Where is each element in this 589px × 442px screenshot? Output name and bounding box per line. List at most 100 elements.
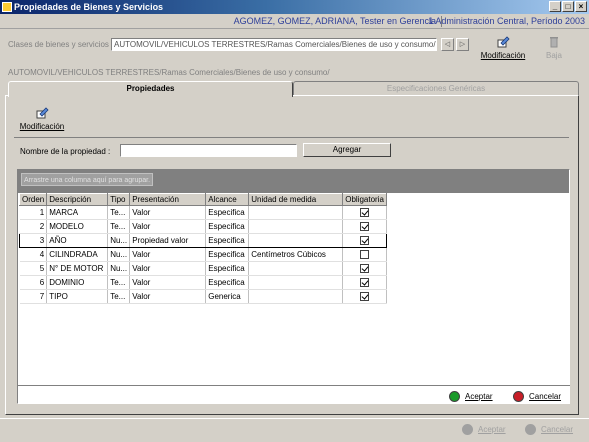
delete-button[interactable]: Baja: [540, 35, 568, 60]
properties-table: Orden Descripción Tipo Presentación Alca…: [18, 193, 387, 304]
cell-orden[interactable]: 6: [19, 275, 48, 290]
group-hint: Arrastre una columna aquí para agrupar.: [21, 173, 154, 186]
user-name: AGOMEZ, GOMEZ, ADRIANA, Tester en Gerenc…: [233, 16, 436, 26]
minimize-button[interactable]: _: [549, 1, 561, 12]
table-row[interactable]: 6 DOMINIO Te... Valor Especifica: [19, 275, 387, 290]
cell-tipo[interactable]: Te...: [107, 275, 131, 290]
cell-obligatoria[interactable]: [342, 205, 387, 220]
cell-unidad[interactable]: [248, 275, 344, 290]
cell-alc[interactable]: Especifica: [205, 261, 250, 276]
required-checkbox[interactable]: [360, 222, 370, 232]
cell-desc[interactable]: MARCA: [46, 205, 109, 220]
cell-alc[interactable]: Especifica: [205, 233, 250, 248]
cell-alc[interactable]: Especifica: [205, 275, 250, 290]
cell-pres[interactable]: Valor: [129, 219, 207, 234]
add-button[interactable]: Agregar: [303, 143, 391, 157]
cell-tipo[interactable]: Nu...: [107, 233, 131, 248]
cell-pres[interactable]: Valor: [129, 289, 207, 304]
table-row[interactable]: 3 AÑO Nu... Propiedad valor Especifica: [18, 233, 387, 248]
cell-obligatoria[interactable]: [342, 261, 387, 276]
bottom-accept-button[interactable]: Aceptar: [462, 424, 506, 436]
required-checkbox[interactable]: [360, 292, 370, 302]
next-button[interactable]: ▷: [456, 38, 469, 51]
property-name-label: Nombre de la propiedad :: [20, 147, 111, 156]
cell-orden[interactable]: 1: [19, 205, 48, 220]
group-by-panel[interactable]: Arrastre una columna aquí para agrupar.: [18, 170, 569, 193]
cell-pres[interactable]: Valor: [129, 275, 207, 290]
bottom-bar: Aceptar Cancelar: [0, 418, 589, 442]
accept-icon: [462, 424, 473, 436]
required-checkbox[interactable]: [360, 278, 370, 288]
column-header-tipo[interactable]: Tipo: [107, 193, 131, 206]
accept-button[interactable]: Aceptar: [449, 391, 493, 403]
property-name-input[interactable]: [120, 144, 297, 157]
cell-alc[interactable]: Especifica: [205, 205, 250, 220]
required-checkbox[interactable]: [360, 250, 370, 260]
cell-orden[interactable]: 7: [19, 289, 48, 304]
tab-generic-specifications[interactable]: Especificaciones Genéricas: [293, 81, 579, 96]
cell-orden[interactable]: 3: [18, 233, 48, 248]
modify-button[interactable]: Modificación: [18, 106, 66, 131]
class-field[interactable]: AUTOMOVIL/VEHICULOS TERRESTRES/Ramas Com…: [111, 38, 437, 51]
cell-obligatoria[interactable]: [342, 289, 387, 304]
cell-pres[interactable]: Propiedad valor: [129, 233, 207, 248]
cell-unidad[interactable]: [248, 205, 344, 220]
cell-desc[interactable]: CILINDRADA: [46, 247, 109, 262]
column-header-alcance[interactable]: Alcance: [205, 193, 250, 206]
cell-desc[interactable]: TIPO: [46, 289, 109, 304]
modify-label: Modificación: [19, 122, 65, 131]
cancel-button[interactable]: Cancelar: [513, 391, 561, 403]
cell-unidad[interactable]: Centímetros Cúbicos: [248, 247, 344, 262]
close-button[interactable]: ×: [575, 1, 587, 12]
cell-tipo[interactable]: Nu...: [107, 247, 131, 262]
cell-desc[interactable]: MODELO: [46, 219, 109, 234]
cell-unidad[interactable]: [248, 261, 344, 276]
bottom-cancel-button[interactable]: Cancelar: [525, 424, 573, 436]
column-header-unidad[interactable]: Unidad de medida: [248, 193, 344, 206]
required-checkbox[interactable]: [360, 208, 370, 218]
cell-alc[interactable]: Especifica: [205, 219, 250, 234]
cell-desc[interactable]: N° DE MOTOR: [46, 261, 109, 276]
table-row[interactable]: 4 CILINDRADA Nu... Valor Especifica Centímetr…: [19, 247, 387, 262]
accept-label: Aceptar: [465, 392, 493, 401]
table-row[interactable]: 1 MARCA Te... Valor Especifica: [19, 205, 387, 220]
table-row[interactable]: 5 N° DE MOTOR Nu... Valor Especifica: [19, 261, 387, 276]
cell-orden[interactable]: 5: [19, 261, 48, 276]
cell-tipo[interactable]: Nu...: [107, 261, 131, 276]
required-checkbox[interactable]: [360, 236, 370, 246]
header-modify-label: Modificación: [480, 51, 526, 60]
header-modify-button[interactable]: Modificación: [480, 35, 526, 60]
tab-properties[interactable]: Propiedades: [8, 81, 293, 97]
cell-pres[interactable]: Valor: [129, 247, 207, 262]
cell-tipo[interactable]: Te...: [107, 289, 131, 304]
column-header-presentacion[interactable]: Presentación: [129, 193, 207, 206]
cell-pres[interactable]: Valor: [129, 261, 207, 276]
table-row[interactable]: 2 MODELO Te... Valor Especifica: [19, 219, 387, 234]
required-checkbox[interactable]: [360, 264, 370, 274]
cell-tipo[interactable]: Te...: [107, 205, 131, 220]
cell-alc[interactable]: Generica: [205, 289, 250, 304]
cell-unidad[interactable]: [248, 233, 344, 248]
cell-tipo[interactable]: Te...: [107, 219, 131, 234]
bottom-cancel-label: Cancelar: [541, 425, 574, 434]
properties-toolbar: Modificación: [14, 104, 569, 138]
cell-orden[interactable]: 4: [19, 247, 48, 262]
cell-desc[interactable]: AÑO: [46, 233, 109, 248]
column-header-descripcion[interactable]: Descripción: [46, 193, 109, 206]
cell-obligatoria[interactable]: [342, 219, 387, 234]
cell-alc[interactable]: Especifica: [205, 247, 250, 262]
cell-unidad[interactable]: [248, 219, 344, 234]
cell-orden[interactable]: 2: [19, 219, 48, 234]
cell-obligatoria[interactable]: [342, 233, 387, 248]
previous-button[interactable]: ◁: [441, 38, 454, 51]
cell-desc[interactable]: DOMINIO: [46, 275, 109, 290]
maximize-button[interactable]: □: [562, 1, 574, 12]
cell-unidad[interactable]: [248, 289, 344, 304]
column-header-obligatoria[interactable]: Obligatoria: [342, 193, 387, 206]
properties-grid[interactable]: Arrastre una columna aquí para agrupar. …: [17, 169, 570, 404]
column-header-orden[interactable]: Orden: [18, 193, 48, 206]
cell-obligatoria[interactable]: [342, 275, 387, 290]
cell-obligatoria[interactable]: [342, 247, 387, 262]
table-row[interactable]: 7 TIPO Te... Valor Generica: [19, 289, 387, 304]
cell-pres[interactable]: Valor: [129, 205, 207, 220]
